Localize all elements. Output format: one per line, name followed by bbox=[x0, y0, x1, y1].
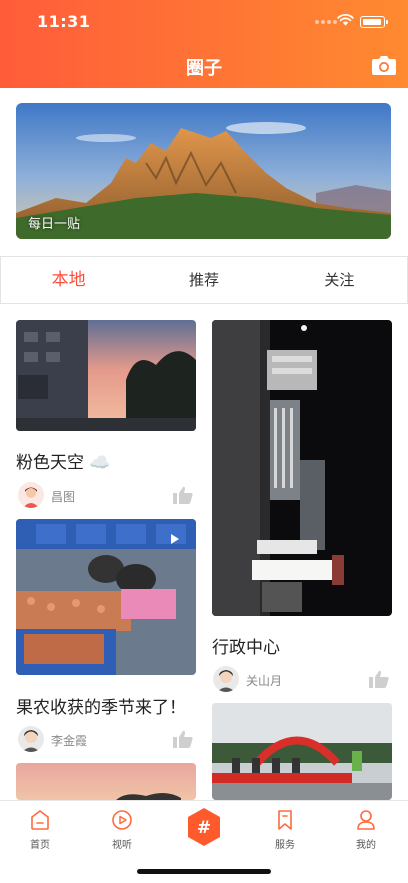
nav-service-label: 服务 bbox=[275, 840, 295, 851]
screen: 11:31 圈子 每日一贴 本地 推荐 关注 粉色天空 ☁️ 昌图 果农收获的季… bbox=[0, 0, 408, 883]
post-image bbox=[212, 320, 392, 616]
like-icon[interactable] bbox=[173, 486, 193, 504]
nav-service[interactable]: 服务 bbox=[255, 809, 315, 851]
like-icon[interactable] bbox=[173, 730, 193, 748]
post-title: 粉色天空 ☁️ bbox=[16, 453, 111, 473]
wifi-icon bbox=[337, 13, 354, 26]
hashtag-icon[interactable]: # bbox=[186, 807, 222, 847]
battery-icon bbox=[360, 16, 388, 28]
tab-local[interactable]: 本地 bbox=[1, 257, 136, 303]
play-icon bbox=[112, 810, 132, 830]
profile-icon bbox=[357, 810, 375, 830]
avatar[interactable] bbox=[213, 666, 239, 692]
feed-card-harvest[interactable]: 果农收获的季节来了！ 李金霞 bbox=[16, 519, 196, 755]
avatar[interactable] bbox=[18, 726, 44, 752]
post-author: 昌图 bbox=[51, 490, 76, 504]
home-icon bbox=[31, 810, 49, 830]
page-title: 圈子 bbox=[186, 58, 222, 79]
post-author: 关山月 bbox=[246, 674, 283, 688]
nav-home[interactable]: 首页 bbox=[10, 809, 70, 851]
avatar[interactable] bbox=[18, 482, 44, 508]
status-time: 11:31 bbox=[37, 12, 91, 31]
post-title: 行政中心 bbox=[212, 638, 280, 658]
feed-card-event[interactable] bbox=[212, 703, 392, 800]
feed-card-partial[interactable] bbox=[16, 763, 196, 800]
post-title: 果农收获的季节来了！ bbox=[16, 698, 186, 718]
feed-card-pink-sky[interactable]: 粉色天空 ☁️ 昌图 bbox=[16, 320, 196, 510]
nav-home-label: 首页 bbox=[30, 840, 50, 851]
nav-center-label: # bbox=[197, 818, 211, 838]
bookmark-icon bbox=[278, 810, 292, 830]
status-bar: 11:31 bbox=[0, 0, 408, 44]
post-image bbox=[16, 320, 196, 431]
banner-image[interactable]: 每日一贴 bbox=[16, 103, 391, 239]
feed-card-admin-center[interactable]: 行政中心 关山月 bbox=[212, 320, 392, 692]
home-indicator bbox=[137, 869, 271, 874]
post-image bbox=[212, 703, 392, 800]
nav-media-label: 视听 bbox=[112, 840, 132, 851]
tab-recommended[interactable]: 推荐 bbox=[136, 257, 271, 303]
cellular-signal-icon bbox=[315, 20, 337, 24]
post-image bbox=[16, 763, 196, 800]
nav-profile[interactable]: 我的 bbox=[336, 809, 396, 851]
camera-icon[interactable] bbox=[371, 54, 397, 76]
nav-profile-label: 我的 bbox=[356, 840, 376, 851]
post-author: 李金霞 bbox=[51, 734, 88, 748]
feed-tabs: 本地 推荐 关注 bbox=[0, 256, 408, 304]
tab-following[interactable]: 关注 bbox=[272, 257, 407, 303]
header-bar: 11:31 圈子 bbox=[0, 0, 408, 88]
nav-media[interactable]: 视听 bbox=[92, 809, 152, 851]
banner-label: 每日一贴 bbox=[28, 217, 81, 232]
post-image bbox=[16, 519, 196, 675]
like-icon[interactable] bbox=[369, 670, 389, 688]
